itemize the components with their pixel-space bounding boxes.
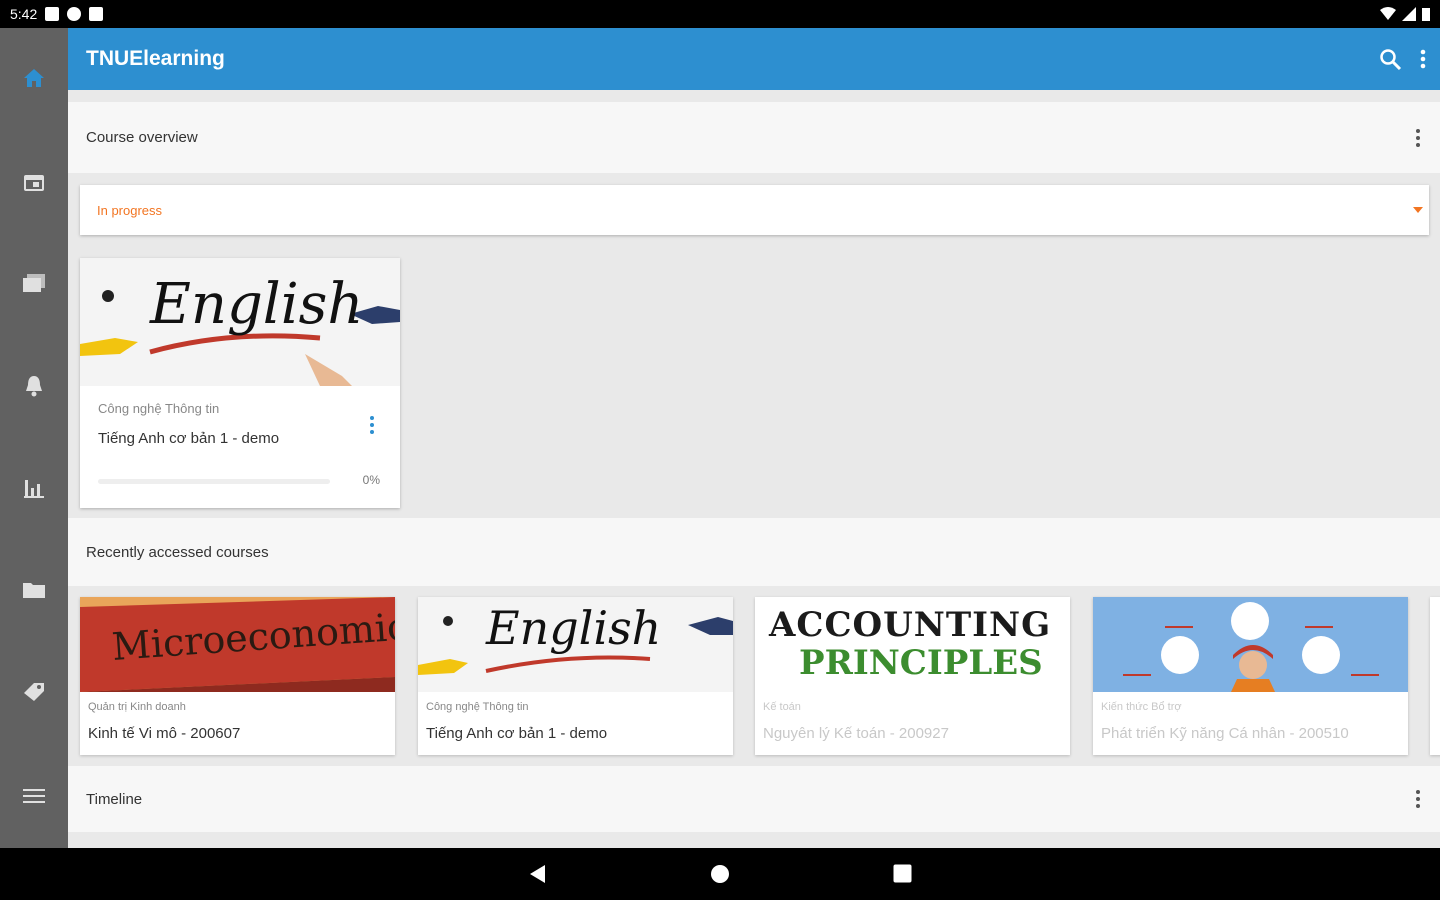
- course-image: Microeconomics: [80, 597, 395, 692]
- messages-icon: [23, 274, 45, 292]
- recent-course-card-partial[interactable]: [1430, 597, 1440, 755]
- course-progress-label: 0%: [362, 473, 380, 487]
- course-image: English: [80, 258, 400, 386]
- course-filter-select[interactable]: In progress: [80, 185, 1429, 235]
- course-category: Kiến thức Bổ trợ: [1101, 701, 1182, 713]
- course-image: English: [418, 597, 733, 692]
- home-icon: [24, 69, 44, 87]
- folder-icon: [23, 583, 45, 598]
- system-navigation-bar: [0, 848, 1440, 900]
- nav-badges[interactable]: [0, 662, 68, 722]
- signal-icon: [1402, 7, 1416, 21]
- recents-icon[interactable]: [893, 864, 912, 883]
- home-button-icon[interactable]: [710, 864, 730, 884]
- nav-home[interactable]: [0, 48, 68, 108]
- app-title: TNUElearning: [86, 47, 225, 70]
- timeline-header: Timeline: [68, 766, 1440, 832]
- nav-notifications[interactable]: [0, 356, 68, 416]
- more-vert-icon[interactable]: [1420, 48, 1426, 70]
- course-progress-bar: [98, 479, 330, 484]
- notification-icon: [45, 7, 60, 21]
- course-name[interactable]: Tiếng Anh cơ bản 1 - demo: [98, 430, 279, 447]
- course-overview-header: Course overview: [68, 102, 1440, 173]
- course-name: Tiếng Anh cơ bản 1 - demo: [426, 725, 608, 742]
- course-name: Nguyên lý Kế toán - 200927: [763, 725, 949, 742]
- recent-course-card[interactable]: Microeconomics Quản trị Kinh doanh Kinh …: [80, 597, 395, 755]
- nav-menu[interactable]: [0, 766, 68, 826]
- wifi-icon: [1380, 7, 1396, 20]
- more-vert-icon[interactable]: [1416, 128, 1420, 147]
- grades-icon: [24, 480, 44, 498]
- nav-grades[interactable]: [0, 458, 68, 518]
- recent-course-card[interactable]: ACCOUNTING PRINCIPLES Kế toán Nguyên lý …: [755, 597, 1070, 755]
- calendar-icon: [24, 175, 44, 191]
- course-image-text: PRINCIPLES: [799, 643, 1043, 683]
- more-vert-icon[interactable]: [1416, 790, 1420, 808]
- recent-course-card[interactable]: Kiến thức Bổ trợ Phát triển Kỹ năng Cá n…: [1093, 597, 1408, 755]
- back-icon[interactable]: [528, 864, 546, 884]
- navigation-rail: [0, 28, 68, 848]
- recent-courses-title: Recently accessed courses: [86, 543, 269, 561]
- menu-icon: [23, 789, 45, 803]
- filter-selected-value: In progress: [97, 202, 163, 218]
- course-options-icon[interactable]: [370, 416, 374, 434]
- course-image-text: ACCOUNTING: [769, 605, 1052, 645]
- recent-course-card[interactable]: English Công nghệ Thông tin Tiếng Anh cơ…: [418, 597, 733, 755]
- course-name: Kinh tế Vi mô - 200607: [88, 725, 241, 742]
- course-image-text: English: [150, 272, 364, 337]
- recent-courses-header: Recently accessed courses: [68, 518, 1440, 586]
- course-category: Công nghệ Thông tin: [98, 401, 220, 416]
- tag-icon: [24, 683, 44, 701]
- course-image-text: English: [486, 601, 662, 655]
- battery-icon: [1422, 8, 1430, 21]
- course-category: Kế toán: [763, 701, 801, 713]
- status-time: 5:42: [10, 6, 38, 22]
- search-icon[interactable]: [1378, 47, 1402, 71]
- recent-courses-list: Microeconomics Quản trị Kinh doanh Kinh …: [80, 597, 1440, 755]
- course-category: Quản trị Kinh doanh: [88, 701, 186, 713]
- nav-files[interactable]: [0, 560, 68, 620]
- course-card[interactable]: English Công nghệ Thông tin Tiếng Anh cơ…: [80, 258, 400, 508]
- course-name: Phát triển Kỹ năng Cá nhân - 200510: [1101, 725, 1349, 742]
- timeline-title: Timeline: [86, 790, 143, 808]
- app-bar: TNUElearning: [68, 28, 1440, 90]
- personal-skills-illustration: [1093, 597, 1408, 692]
- course-image: ACCOUNTING PRINCIPLES: [755, 597, 1070, 692]
- dropdown-arrow-icon: [1413, 207, 1423, 213]
- course-overview-title: Course overview: [86, 129, 198, 146]
- bell-icon: [26, 376, 42, 397]
- course-category: Công nghệ Thông tin: [426, 701, 529, 713]
- status-bar: 5:42: [0, 0, 1440, 28]
- course-image: [1093, 597, 1408, 692]
- nav-calendar[interactable]: [0, 152, 68, 212]
- dashboard-content: Course overview In progress English Công…: [68, 90, 1440, 848]
- sd-card-icon: [89, 7, 104, 21]
- nav-messages[interactable]: [0, 254, 68, 314]
- app-notification-icon: [67, 7, 82, 21]
